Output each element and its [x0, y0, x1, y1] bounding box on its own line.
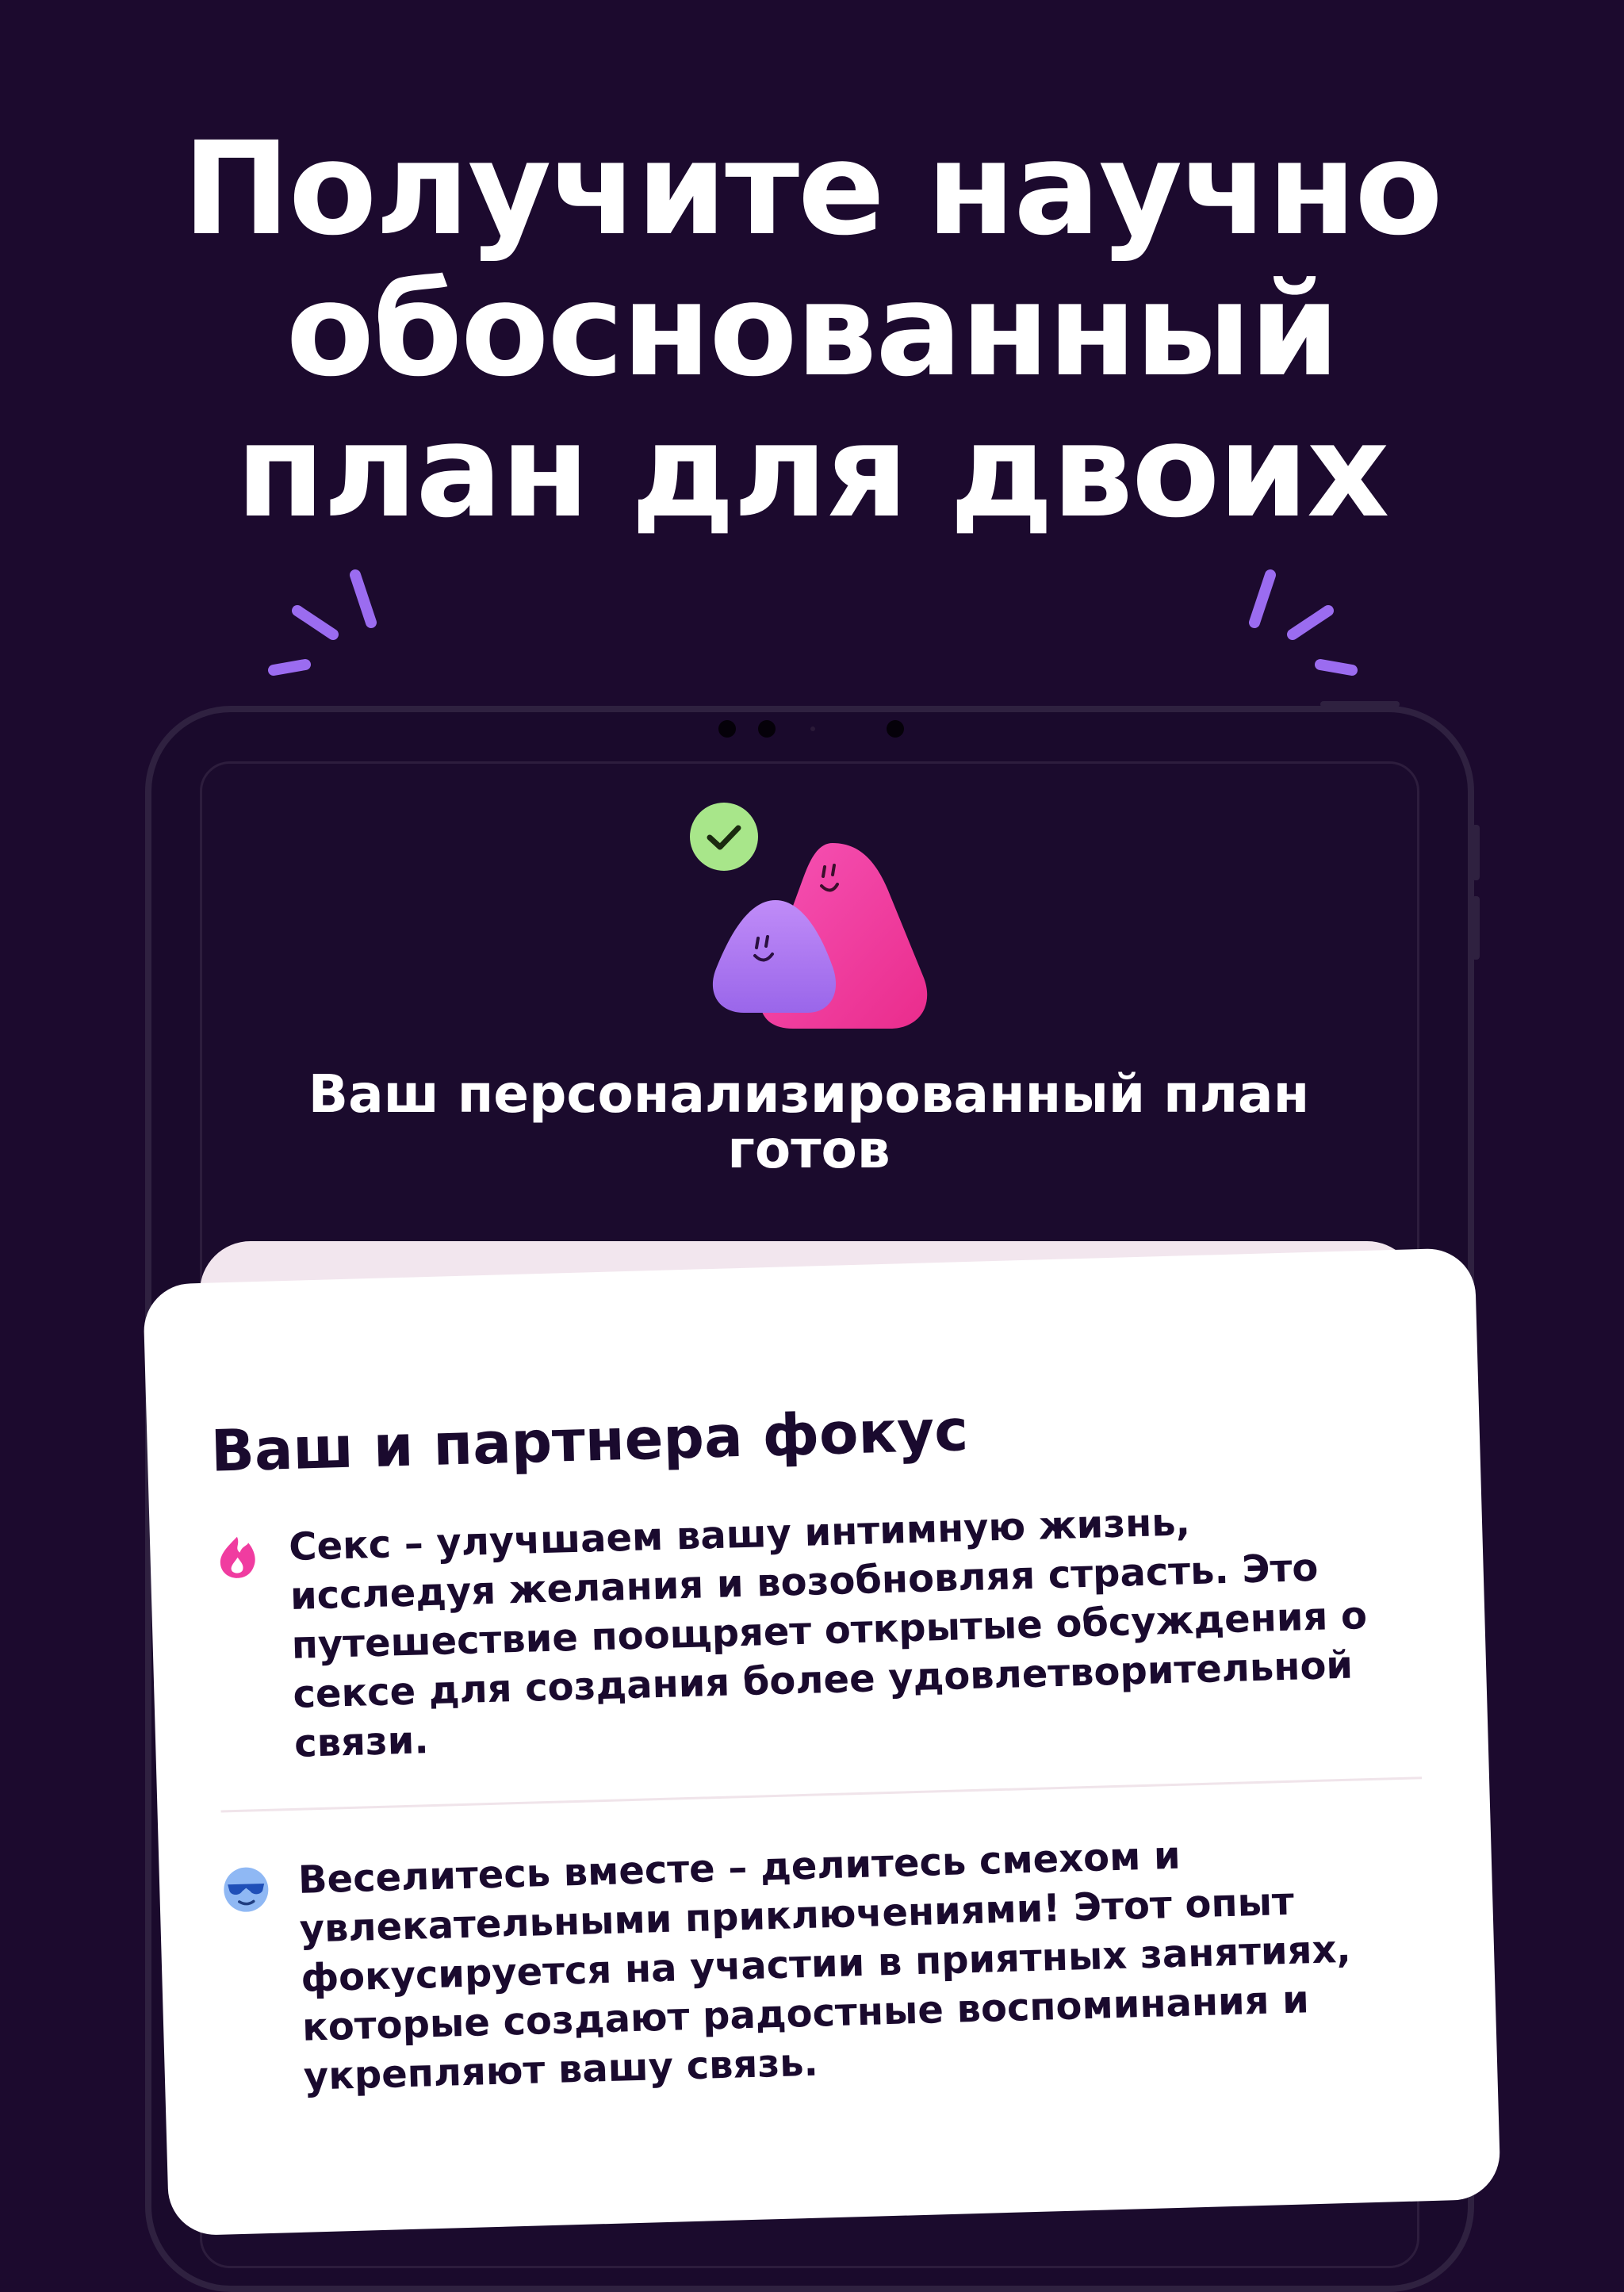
device-side-button	[1472, 896, 1480, 960]
sparkle-right-icon	[1249, 569, 1358, 676]
sunglasses-smiley-icon	[224, 1867, 269, 1912]
headline-line-1: Получите научно	[182, 115, 1442, 264]
plan-title-line-1: Ваш персонализированный план	[308, 1064, 1310, 1125]
focus-divider	[220, 1776, 1423, 1813]
plan-title-line-2: готов	[727, 1119, 891, 1180]
plan-ready-title: Ваш персонализированный план готов	[254, 1067, 1364, 1178]
sensor-dot	[810, 726, 815, 731]
focus-item-fun: Веселитесь вместе – делитесь смехом и ув…	[222, 1825, 1395, 2099]
focus-card: Ваш и партнера фокус Секс – улучшаем ваш…	[143, 1248, 1501, 2236]
device-top-button	[1320, 701, 1400, 707]
headline-line-3: план для двоих	[236, 397, 1390, 546]
camera-dot	[718, 720, 736, 738]
camera-dot	[758, 720, 776, 738]
check-badge-icon	[690, 803, 758, 871]
sparkle-left-icon	[268, 569, 377, 676]
focus-item-text: Секс – улучшаем вашу интимную жизнь, исс…	[288, 1500, 1368, 1766]
focus-item-sex: Секс – улучшаем вашу интимную жизнь, исс…	[213, 1492, 1385, 1766]
camera-dot	[887, 720, 904, 738]
headline-line-2: обоснованный	[285, 256, 1340, 405]
focus-card-title: Ваш и партнера фокус	[209, 1397, 969, 1485]
device-side-button	[1472, 825, 1480, 880]
flame-icon	[220, 1536, 255, 1578]
headline: Получите научно обоснованный план для дв…	[0, 119, 1624, 542]
focus-item-text: Веселитесь вместе – делитесь смехом и ув…	[297, 1833, 1352, 2099]
